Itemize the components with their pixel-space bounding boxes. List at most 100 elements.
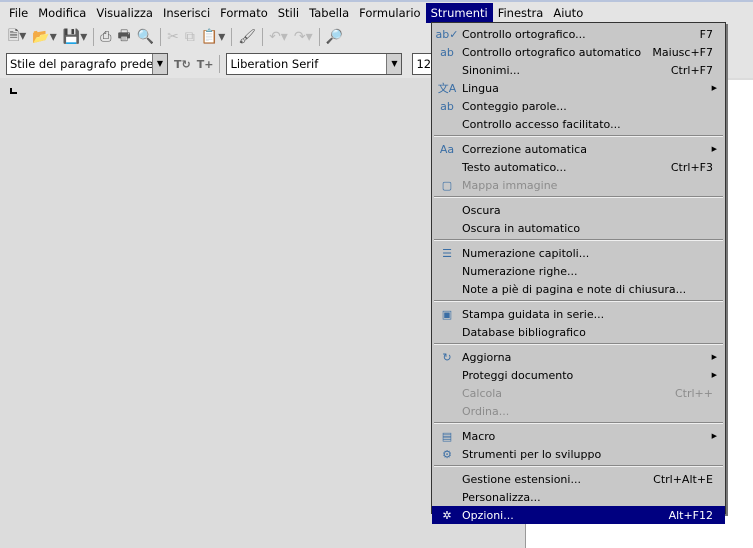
menu-item[interactable]: ab✓ Controllo ortografico... F7: [432, 25, 725, 43]
menu-item[interactable]: Personalizza...: [432, 488, 725, 506]
menu-item: Calcola Ctrl++: [432, 384, 725, 402]
menu-item[interactable]: Testo automatico... Ctrl+F3: [432, 158, 725, 176]
menu-item[interactable]: Oscura in automatico: [432, 219, 725, 237]
menu-inserisci[interactable]: Inserisci: [158, 3, 215, 23]
menu-item-label: Oscura in automatico: [462, 221, 581, 235]
open-icon[interactable]: 📂▾: [32, 29, 56, 45]
new-style-icon[interactable]: T+: [197, 58, 214, 71]
menu-separator: [434, 239, 723, 241]
menu-item-label: Testo automatico...: [462, 160, 567, 174]
undo-icon[interactable]: ↶▾: [269, 29, 288, 45]
menu-item[interactable]: Oscura: [432, 201, 725, 219]
menu-item-label: Strumenti per lo sviluppo: [462, 447, 602, 461]
autocorrect-icon: Aa: [439, 142, 455, 156]
update-style-icon[interactable]: T↻: [174, 58, 191, 71]
submenu-arrow-icon: ▶: [711, 84, 717, 92]
submenu-arrow-icon: ▶: [711, 371, 717, 379]
menu-item-label: Macro: [462, 429, 496, 443]
refresh-icon: ↻: [442, 350, 452, 364]
separator: [93, 28, 95, 46]
menu-item-label: Opzioni...: [462, 508, 514, 522]
menu-item[interactable]: ⚙ Strumenti per lo sviluppo: [432, 445, 725, 463]
menu-item[interactable]: ↻ Aggiorna ▶: [432, 348, 725, 366]
menu-file[interactable]: File: [4, 3, 33, 23]
font-name-select[interactable]: Liberation Serif ▼: [226, 53, 403, 75]
menu-separator: [434, 300, 723, 302]
menu-item-shortcut: F7: [699, 27, 713, 41]
menu-item-label: Personalizza...: [462, 490, 541, 504]
paragraph-style-select[interactable]: Stile del paragrafo predet ▼: [6, 53, 168, 75]
menu-stili[interactable]: Stili: [273, 3, 304, 23]
menu-visualizza[interactable]: Visualizza: [91, 3, 158, 23]
chapter-numbering-icon: ☰: [442, 246, 452, 260]
copy-icon[interactable]: ⧉: [185, 29, 195, 45]
menu-item-shortcut: Maiusc+F7: [652, 45, 713, 59]
menu-separator: [434, 343, 723, 345]
separator: [262, 28, 264, 46]
menu-separator: [434, 196, 723, 198]
menu-item-shortcut: Ctrl+Alt+E: [653, 472, 713, 486]
separator: [318, 28, 320, 46]
menu-formulario[interactable]: Formulario: [354, 3, 425, 23]
export-pdf-icon[interactable]: ⎙: [100, 29, 111, 45]
menu-item[interactable]: Aa Correzione automatica ▶: [432, 140, 725, 158]
chevron-down-icon[interactable]: ▼: [386, 54, 402, 74]
menu-item[interactable]: Proteggi documento ▶: [432, 366, 725, 384]
menu-item-label: Ordina...: [462, 404, 510, 418]
menu-item-label: Conteggio parole...: [462, 99, 567, 113]
menu-item-label: Mappa immagine: [462, 178, 558, 192]
paragraph-style-value: Stile del paragrafo predet: [10, 57, 158, 71]
menu-item[interactable]: Numerazione righe...: [432, 262, 725, 280]
menu-item[interactable]: ✲ Opzioni... Alt+F12: [432, 506, 725, 524]
menu-item-label: Oscura: [462, 203, 501, 217]
menu-finestra[interactable]: Finestra: [493, 3, 549, 23]
menu-item[interactable]: Database bibliografico: [432, 323, 725, 341]
menu-item-label: Numerazione righe...: [462, 264, 578, 278]
menu-separator: [434, 135, 723, 137]
menu-item[interactable]: ▤ Macro ▶: [432, 427, 725, 445]
mail-merge-icon: ▣: [441, 307, 453, 321]
paste-icon[interactable]: 📋▾: [201, 29, 225, 45]
menu-item[interactable]: Controllo accesso facilitato...: [432, 115, 725, 133]
menu-item-shortcut: Ctrl+F7: [670, 63, 713, 77]
menu-item-label: Gestione estensioni...: [462, 472, 581, 486]
print-icon[interactable]: 🖶: [117, 25, 130, 49]
menu-item[interactable]: ab Conteggio parole...: [432, 97, 725, 115]
clone-formatting-icon[interactable]: 🖌: [238, 29, 256, 45]
cut-icon[interactable]: ✂: [167, 29, 179, 45]
menu-modifica[interactable]: Modifica: [33, 3, 91, 23]
menu-item[interactable]: ☰ Numerazione capitoli...: [432, 244, 725, 262]
menu-item: Ordina...: [432, 402, 725, 420]
new-document-icon[interactable]: 🗎▾: [8, 25, 26, 49]
options-gear-icon: ✲: [442, 508, 452, 522]
save-icon[interactable]: 💾▾: [63, 29, 87, 45]
menu-separator: [434, 422, 723, 424]
print-preview-icon[interactable]: 🔍: [137, 29, 154, 45]
menu-item-label: Numerazione capitoli...: [462, 246, 590, 260]
font-size-value: 12: [416, 57, 432, 71]
menu-item[interactable]: ab Controllo ortografico automatico Maiusc…: [432, 43, 725, 61]
menu-strumenti[interactable]: Strumenti: [425, 3, 493, 23]
macro-icon: ▤: [441, 429, 453, 443]
menu-tabella[interactable]: Tabella: [304, 3, 354, 23]
menu-item[interactable]: Sinonimi... Ctrl+F7: [432, 61, 725, 79]
menu-formato[interactable]: Formato: [215, 3, 273, 23]
menu-item-label: Database bibliografico: [462, 325, 586, 339]
find-replace-icon[interactable]: 🔎: [326, 29, 343, 45]
menu-item-label: Note a piè di pagina e note di chiusura.…: [462, 282, 687, 296]
word-count-icon: ab: [440, 99, 454, 113]
strumenti-menu: ab✓ Controllo ortografico... F7 ab Controllo…: [431, 22, 726, 524]
image-map-icon: ▢: [441, 178, 453, 192]
redo-icon[interactable]: ↷▾: [294, 29, 313, 45]
menu-separator: [434, 465, 723, 467]
menu-item-label: Proteggi documento: [462, 368, 574, 382]
menu-item[interactable]: Gestione estensioni... Ctrl+Alt+E: [432, 470, 725, 488]
menu-item[interactable]: Note a piè di pagina e note di chiusura.…: [432, 280, 725, 298]
menu-item[interactable]: 文A Lingua ▶: [432, 79, 725, 97]
menu-aiuto[interactable]: Aiuto: [548, 3, 588, 23]
menu-item[interactable]: ▣ Stampa guidata in serie...: [432, 305, 725, 323]
ruler[interactable]: [725, 80, 753, 100]
submenu-arrow-icon: ▶: [711, 145, 717, 153]
menu-item-label: Sinonimi...: [462, 63, 521, 77]
chevron-down-icon[interactable]: ▼: [152, 54, 167, 74]
